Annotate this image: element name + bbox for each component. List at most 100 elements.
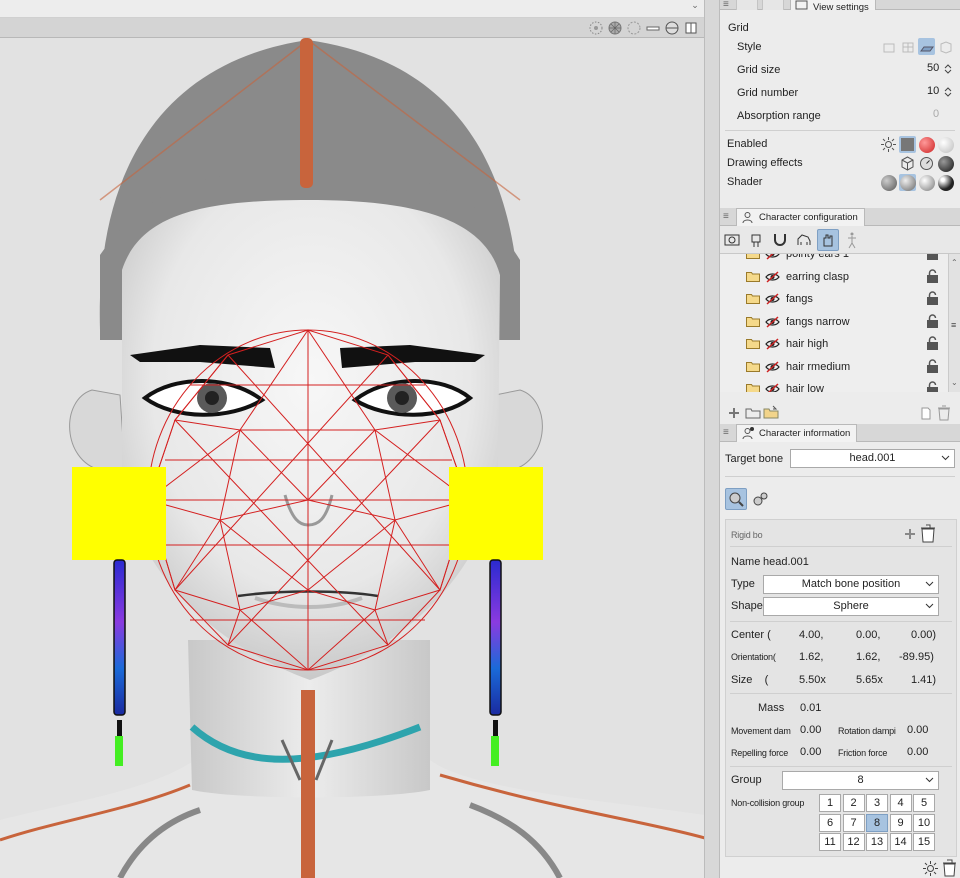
non-collision-group-11[interactable]: 11 bbox=[819, 833, 841, 851]
lock-icon[interactable] bbox=[926, 381, 939, 392]
friction-force-value[interactable]: 0.00 bbox=[907, 746, 928, 758]
tab-camera[interactable] bbox=[762, 0, 784, 10]
hidden-eye-icon[interactable] bbox=[765, 293, 780, 305]
non-collision-group-3[interactable]: 3 bbox=[866, 794, 888, 812]
orientation-y[interactable]: 1.62, bbox=[856, 651, 880, 663]
non-collision-group-15[interactable]: 15 bbox=[913, 833, 935, 851]
list-item[interactable]: fangs bbox=[720, 288, 948, 310]
size-y[interactable]: 5.65x bbox=[856, 674, 883, 686]
red-sphere-icon[interactable] bbox=[918, 136, 935, 153]
joint-mode-button[interactable] bbox=[750, 488, 772, 510]
movement-damping-value[interactable]: 0.00 bbox=[800, 724, 821, 736]
center-z[interactable]: 0.00) bbox=[911, 629, 936, 641]
trash-icon[interactable] bbox=[937, 405, 951, 421]
list-item[interactable]: pointy ears 1 bbox=[720, 254, 948, 265]
trash-icon[interactable] bbox=[942, 859, 957, 877]
non-collision-group-9[interactable]: 9 bbox=[889, 813, 912, 832]
open-folder-icon[interactable] bbox=[763, 405, 780, 419]
pale-sphere-icon[interactable] bbox=[937, 136, 954, 153]
hidden-eye-icon[interactable] bbox=[765, 383, 780, 392]
sun-icon[interactable] bbox=[880, 136, 897, 153]
dashed-sphere-icon[interactable] bbox=[626, 20, 642, 36]
scroll-down-icon[interactable]: ⌄ bbox=[951, 378, 958, 387]
lock-icon[interactable] bbox=[926, 268, 939, 284]
hand-icon[interactable] bbox=[817, 229, 839, 251]
hidden-eye-icon[interactable] bbox=[765, 270, 780, 283]
hidden-eye-icon[interactable] bbox=[765, 254, 780, 260]
dots-sphere-icon[interactable] bbox=[588, 20, 604, 36]
dark-sphere-icon[interactable] bbox=[937, 155, 954, 172]
grid-number-input[interactable]: 10 bbox=[927, 85, 939, 97]
bone-icon[interactable] bbox=[645, 20, 661, 36]
duplicate-icon[interactable] bbox=[920, 407, 932, 420]
magnet-icon[interactable] bbox=[769, 229, 791, 251]
panel-splitter[interactable] bbox=[704, 0, 720, 878]
list-item[interactable]: hair low bbox=[720, 378, 948, 392]
lock-icon[interactable] bbox=[926, 336, 939, 351]
lock-icon[interactable] bbox=[926, 313, 939, 329]
list-item[interactable]: fangs narrow bbox=[720, 311, 948, 333]
lock-icon[interactable] bbox=[926, 291, 939, 306]
panel-menu-icon[interactable]: ≡ bbox=[723, 0, 733, 10]
non-collision-group-2[interactable]: 2 bbox=[842, 794, 865, 812]
shader-smooth-icon[interactable] bbox=[899, 174, 916, 191]
tab-view-settings[interactable]: View settings bbox=[790, 0, 876, 13]
rigid-body-mode-button[interactable] bbox=[725, 488, 747, 510]
non-collision-group-7[interactable]: 7 bbox=[842, 813, 865, 832]
name-value[interactable]: head.001 bbox=[763, 556, 809, 568]
mass-value[interactable]: 0.01 bbox=[800, 702, 821, 714]
shadow-icon[interactable] bbox=[899, 136, 916, 153]
add-folder-icon[interactable] bbox=[745, 406, 761, 419]
non-collision-group-13[interactable]: 13 bbox=[866, 833, 888, 851]
shape-dropdown[interactable]: Sphere bbox=[763, 597, 939, 616]
list-item[interactable]: hair rmedium bbox=[720, 356, 948, 378]
non-collision-group-14[interactable]: 14 bbox=[889, 833, 912, 851]
group-dropdown[interactable]: 8 bbox=[782, 771, 939, 790]
size-x[interactable]: 5.50x bbox=[799, 674, 826, 686]
shader-dark-icon[interactable] bbox=[937, 174, 954, 191]
lock-icon[interactable] bbox=[926, 358, 939, 374]
center-x[interactable]: 4.00, bbox=[799, 629, 823, 641]
parts-list-scrollbar[interactable]: ⌃ ≡ ⌄ bbox=[948, 254, 960, 392]
grid-number-spinner-icon[interactable] bbox=[944, 86, 952, 98]
add-rigid-body-icon[interactable] bbox=[904, 528, 916, 540]
grid-style-plane-icon[interactable] bbox=[880, 38, 897, 55]
lock-icon[interactable] bbox=[926, 254, 939, 261]
collapse-chevron-icon[interactable]: ⌄ bbox=[689, 0, 701, 12]
figure-icon[interactable] bbox=[841, 229, 863, 251]
panel-menu-icon[interactable]: ≡ bbox=[723, 211, 733, 222]
animal-icon[interactable] bbox=[793, 229, 815, 251]
type-dropdown[interactable]: Match bone position bbox=[763, 575, 939, 594]
absorption-range-input[interactable]: 0 bbox=[933, 108, 939, 120]
non-collision-group-1[interactable]: 1 bbox=[819, 794, 841, 812]
non-collision-group-6[interactable]: 6 bbox=[819, 813, 841, 832]
shader-gloss-icon[interactable] bbox=[918, 174, 935, 191]
list-item[interactable]: earring clasp bbox=[720, 266, 948, 288]
wire-cube-icon[interactable] bbox=[899, 155, 916, 172]
scroll-up-icon[interactable]: ⌃ bbox=[951, 258, 958, 267]
hidden-eye-icon[interactable] bbox=[765, 360, 780, 373]
orientation-x[interactable]: 1.62, bbox=[799, 651, 823, 663]
3d-viewport[interactable]: ⌄ bbox=[0, 0, 705, 878]
rotation-damping-value[interactable]: 0.00 bbox=[907, 724, 928, 736]
non-collision-group-5[interactable]: 5 bbox=[913, 794, 935, 812]
dial-icon[interactable] bbox=[918, 155, 935, 172]
settings-gear-icon[interactable] bbox=[923, 861, 938, 876]
mesh-sphere-icon[interactable] bbox=[607, 20, 623, 36]
grid-style-cube-icon[interactable] bbox=[937, 38, 954, 55]
tab-character-configuration[interactable]: Character configuration bbox=[736, 208, 865, 226]
non-collision-group-8[interactable]: 8 bbox=[866, 813, 888, 832]
character-render[interactable] bbox=[0, 38, 705, 878]
head-icon[interactable] bbox=[745, 229, 767, 251]
grid-style-box-icon[interactable] bbox=[899, 38, 916, 55]
size-z[interactable]: 1.41) bbox=[911, 674, 936, 686]
non-collision-group-10[interactable]: 10 bbox=[913, 813, 935, 832]
grid-size-spinner-icon[interactable] bbox=[944, 63, 952, 75]
grid-size-input[interactable]: 50 bbox=[927, 62, 939, 74]
add-icon[interactable] bbox=[728, 407, 740, 419]
plane-sphere-icon[interactable] bbox=[664, 20, 680, 36]
shader-flat-icon[interactable] bbox=[880, 174, 897, 191]
panel-menu-icon[interactable]: ≡ bbox=[723, 427, 733, 438]
non-collision-group-4[interactable]: 4 bbox=[889, 794, 912, 812]
center-y[interactable]: 0.00, bbox=[856, 629, 880, 641]
